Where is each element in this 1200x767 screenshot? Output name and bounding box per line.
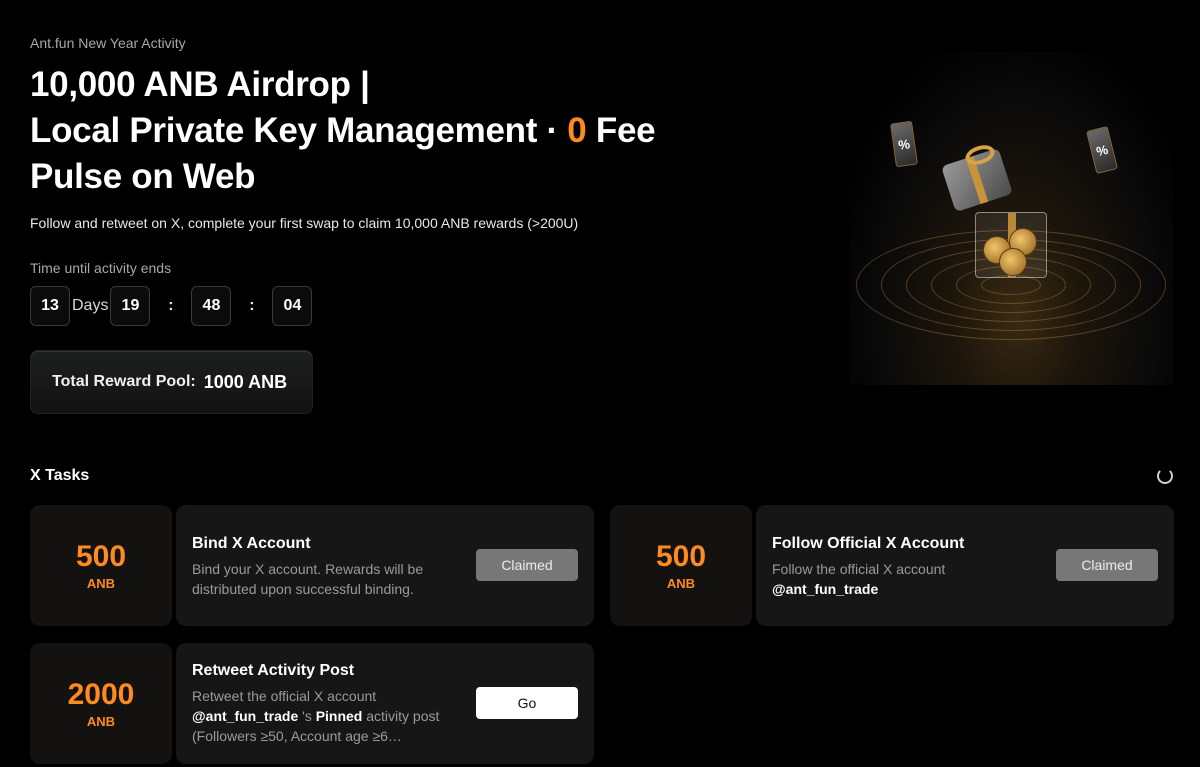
title-line-2: Local Private Key Management · 0 Fee bbox=[30, 108, 656, 154]
countdown-separator: : bbox=[168, 297, 174, 314]
countdown-seconds: 04 bbox=[272, 286, 313, 326]
reward-unit: ANB bbox=[86, 576, 116, 591]
percent-tag-icon: % bbox=[1086, 125, 1118, 175]
task-card: Retweet Activity Post Retweet the offici… bbox=[176, 643, 594, 764]
page-title: 10,000 ANB Airdrop | Local Private Key M… bbox=[30, 62, 656, 200]
pinned-label: Pinned bbox=[315, 708, 363, 724]
reward-amount: 500 bbox=[75, 540, 127, 573]
reward-pool-card: Total Reward Pool: 1000 ANB bbox=[30, 350, 313, 414]
title-line-2-suffix: Fee bbox=[586, 111, 656, 150]
title-line-2-text: Local Private Key Management · bbox=[30, 111, 568, 150]
section-title-x-tasks: X Tasks bbox=[30, 467, 90, 484]
reward-amount: 2000 bbox=[67, 678, 135, 711]
reward-unit: ANB bbox=[666, 576, 696, 591]
reward-pool-label: Total Reward Pool: bbox=[52, 373, 196, 390]
countdown-days-unit: Days bbox=[72, 297, 109, 314]
claimed-button[interactable]: Claimed bbox=[1056, 549, 1158, 581]
reward-badge: 500 ANB bbox=[30, 505, 172, 626]
task-card: Bind X Account Bind your X account. Rewa… bbox=[176, 505, 594, 626]
title-line-3: Pulse on Web bbox=[30, 157, 256, 196]
task-description-text: Follow the official X account bbox=[772, 561, 946, 577]
refresh-icon[interactable] bbox=[1157, 468, 1173, 484]
task-description-text: Retweet the official X account bbox=[192, 688, 377, 704]
countdown-days: 13 bbox=[30, 286, 70, 326]
countdown-label: Time until activity ends bbox=[30, 260, 172, 276]
reward-unit: ANB bbox=[86, 714, 116, 729]
countdown-hours: 19 bbox=[110, 286, 151, 326]
task-retweet-activity-post: 2000 ANB Retweet Activity Post Retweet t… bbox=[30, 643, 594, 764]
activity-eyebrow: Ant.fun New Year Activity bbox=[30, 35, 186, 51]
activity-subtitle: Follow and retweet on X, complete your f… bbox=[30, 215, 579, 231]
percent-tag-icon: % bbox=[890, 120, 918, 168]
coin-icon bbox=[999, 248, 1027, 276]
reward-badge: 2000 ANB bbox=[30, 643, 172, 764]
task-description: Retweet the official X account @ant_fun_… bbox=[192, 686, 462, 746]
claimed-button[interactable]: Claimed bbox=[476, 549, 578, 581]
task-bind-x-account: 500 ANB Bind X Account Bind your X accou… bbox=[30, 505, 594, 626]
x-handle-link[interactable]: @ant_fun_trade bbox=[192, 708, 298, 724]
reward-amount: 500 bbox=[655, 540, 707, 573]
go-button[interactable]: Go bbox=[476, 687, 578, 719]
reward-pool-value: 1000 ANB bbox=[203, 371, 288, 392]
task-description: Follow the official X account @ant_fun_t… bbox=[772, 559, 1042, 599]
task-title: Retweet Activity Post bbox=[192, 662, 355, 679]
countdown-timer: 13 Days 19 : 48 : 04 bbox=[30, 286, 313, 326]
fee-accent: 0 bbox=[567, 111, 587, 150]
task-card: Follow Official X Account Follow the off… bbox=[756, 505, 1174, 626]
title-line-1: 10,000 ANB Airdrop | bbox=[30, 65, 370, 104]
task-follow-official-x: 500 ANB Follow Official X Account Follow… bbox=[610, 505, 1174, 626]
task-description: Bind your X account. Rewards will be dis… bbox=[192, 561, 424, 597]
hero-illustration: % % bbox=[849, 52, 1173, 385]
task-description-text: 's bbox=[298, 708, 316, 724]
countdown-separator: : bbox=[249, 297, 255, 314]
reward-badge: 500 ANB bbox=[610, 505, 752, 626]
countdown-minutes: 48 bbox=[191, 286, 232, 326]
x-handle-link[interactable]: @ant_fun_trade bbox=[772, 581, 878, 597]
